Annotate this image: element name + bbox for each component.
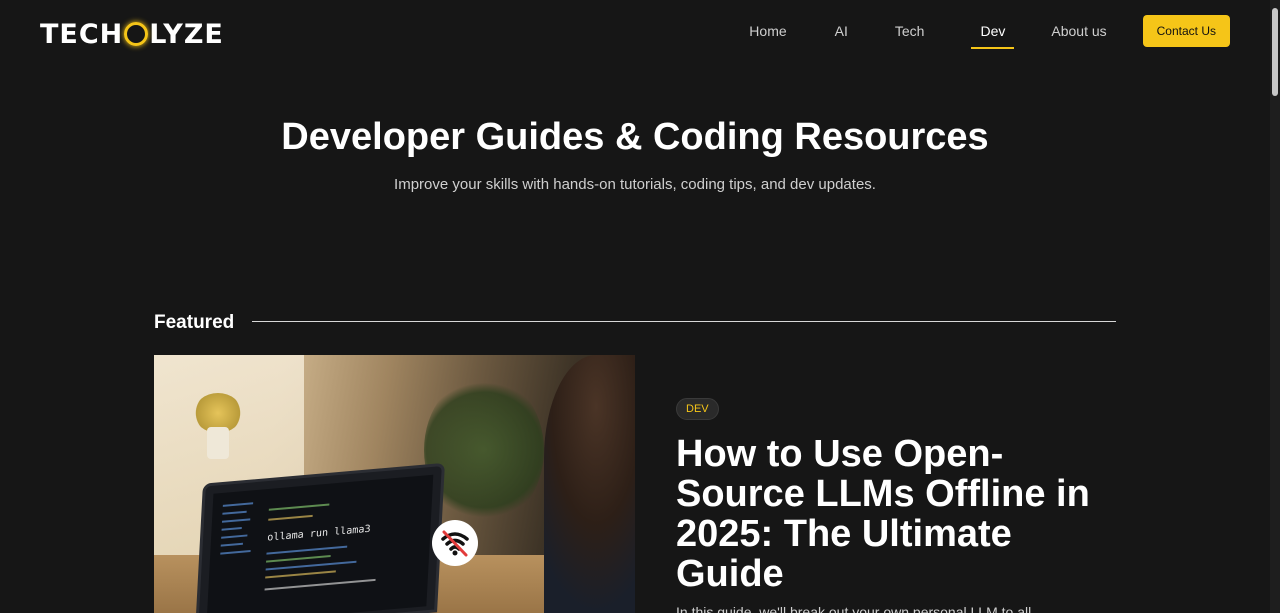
scrollbar-thumb[interactable] — [1272, 8, 1278, 96]
post-category-badge[interactable]: DEV — [676, 398, 719, 420]
wifi-off-icon — [432, 520, 478, 566]
page-title: Developer Guides & Coding Resources — [281, 116, 989, 158]
image-laptop: ollama run llama3 — [195, 462, 445, 613]
logo-sun-icon — [124, 22, 149, 46]
featured-divider — [252, 321, 1116, 322]
main-nav: Home AI Tech Dev About us Contact Us — [749, 15, 1230, 49]
site-logo[interactable]: TECH LYZE — [40, 14, 224, 54]
logo-text-before: TECH — [40, 18, 124, 50]
contact-us-button[interactable]: Contact Us — [1142, 15, 1230, 47]
page-scrollbar[interactable] — [1270, 0, 1280, 613]
image-person — [544, 355, 635, 613]
image-command-text: ollama run llama3 — [267, 523, 371, 544]
nav-item-about-us[interactable]: About us — [1051, 21, 1106, 41]
image-vase — [207, 427, 229, 459]
nav-item-home[interactable]: Home — [749, 21, 786, 41]
featured-section-label: Featured — [154, 312, 235, 333]
nav-item-dev[interactable]: Dev — [971, 21, 1015, 49]
featured-post-excerpt: In this guide, we'll break out your own … — [676, 604, 1043, 613]
logo-text-after: LYZE — [149, 18, 224, 50]
logo-wordmark: TECH LYZE — [40, 19, 224, 50]
image-laptop-screen: ollama run llama3 — [206, 474, 434, 613]
featured-post-image[interactable]: ollama run llama3 — [154, 355, 635, 613]
nav-item-ai[interactable]: AI — [835, 21, 848, 41]
featured-post-title[interactable]: How to Use Open-Source LLMs Offline in 2… — [676, 434, 1096, 594]
page-subtitle: Improve your skills with hands-on tutori… — [394, 176, 876, 193]
site-header: TECH LYZE Home AI Tech Dev About us Cont… — [0, 0, 1270, 66]
nav-item-tech[interactable]: Tech — [895, 21, 925, 41]
